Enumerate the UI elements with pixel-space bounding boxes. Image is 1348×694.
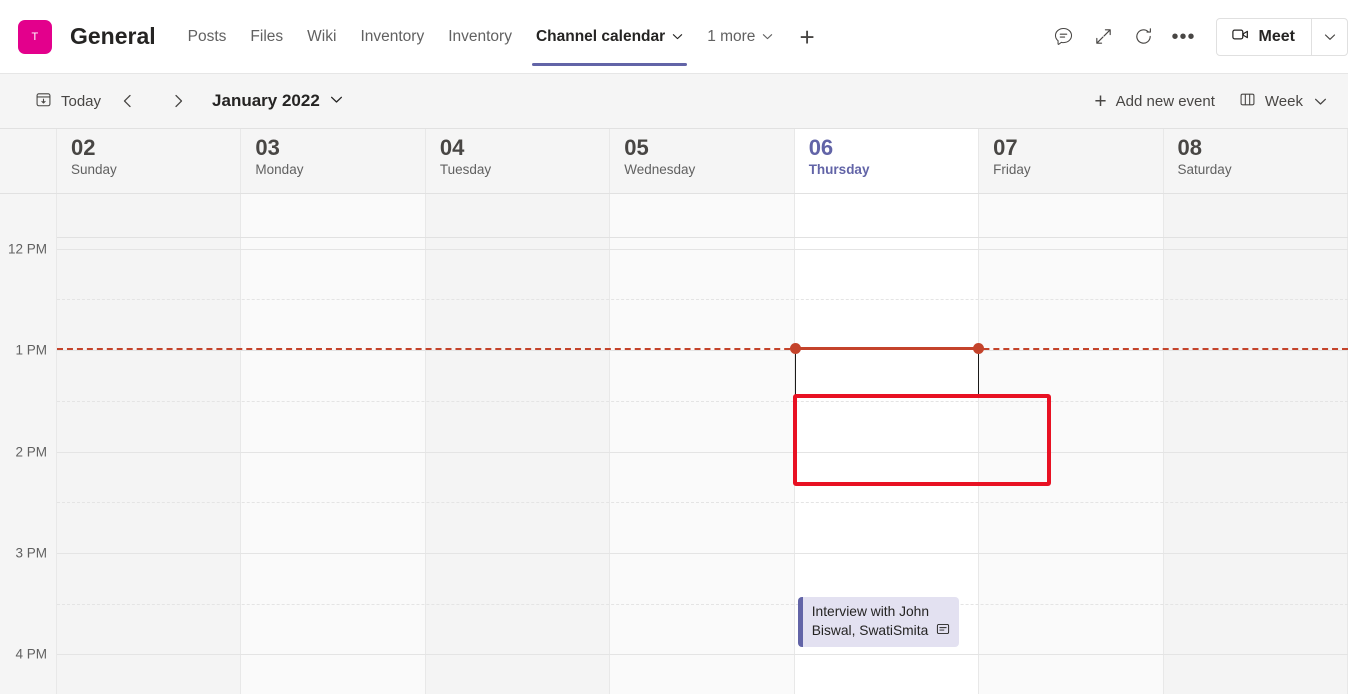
tab-posts[interactable]: Posts [176, 0, 239, 74]
tab-label: Inventory [448, 28, 512, 46]
week-view-icon [1239, 91, 1256, 112]
day-header-wednesday[interactable]: 05 Wednesday [610, 129, 794, 193]
meet-button-group: Meet [1216, 18, 1348, 56]
day-name: Tuesday [440, 162, 609, 177]
day-name: Monday [255, 162, 424, 177]
current-time-marker [795, 347, 979, 350]
tab-more[interactable]: 1 more [695, 0, 785, 74]
day-number: 02 [71, 136, 240, 159]
tab-wiki[interactable]: Wiki [295, 0, 348, 74]
refresh-icon[interactable] [1124, 17, 1164, 57]
day-header-row: 02 Sunday 03 Monday 04 Tuesday 05 Wednes… [0, 129, 1348, 194]
day-header-tuesday[interactable]: 04 Tuesday [426, 129, 610, 193]
header-actions: ••• Meet [1044, 0, 1348, 74]
chat-icon[interactable] [1044, 17, 1084, 57]
time-label: 3 PM [15, 546, 47, 561]
today-button[interactable]: Today [26, 85, 110, 118]
time-label: 12 PM [8, 242, 47, 257]
popout-icon[interactable] [1084, 17, 1124, 57]
tab-files[interactable]: Files [238, 0, 295, 74]
tab-label: Channel calendar [536, 28, 665, 46]
chevron-down-icon[interactable] [672, 31, 683, 42]
event-organizer: Biswal, SwatiSmita [812, 622, 929, 641]
day-columns: Interview with John Biswal, SwatiSmita [57, 194, 1348, 694]
day-header-monday[interactable]: 03 Monday [241, 129, 425, 193]
day-name: Sunday [71, 162, 240, 177]
day-number: 05 [624, 136, 793, 159]
event-subtitle-row: Biswal, SwatiSmita [812, 622, 951, 642]
calendar-toolbar: Today January 2022 + Add new event Week [0, 74, 1348, 129]
calendar-grid: 12 PM 1 PM 2 PM 3 PM 4 PM [0, 194, 1348, 694]
video-camera-icon [1231, 25, 1250, 49]
tab-label: Inventory [360, 28, 424, 46]
chevron-down-icon [1314, 95, 1327, 108]
chevron-down-icon [330, 91, 343, 111]
time-label: 2 PM [15, 445, 47, 460]
chevron-down-icon[interactable] [762, 31, 773, 42]
day-header-saturday[interactable]: 08 Saturday [1164, 129, 1348, 193]
today-label: Today [61, 93, 101, 110]
day-name: Wednesday [624, 162, 793, 177]
time-label: 4 PM [15, 647, 47, 662]
notes-icon [936, 622, 950, 642]
meet-button[interactable]: Meet [1217, 19, 1311, 55]
tab-inventory-2[interactable]: Inventory [436, 0, 524, 74]
time-gutter-header [0, 129, 57, 193]
meet-label: Meet [1259, 28, 1295, 46]
day-column-wednesday[interactable] [610, 194, 794, 694]
day-number: 08 [1178, 136, 1347, 159]
calendar-today-icon [35, 91, 52, 112]
channel-title: General [70, 23, 156, 50]
add-tab-button[interactable]: + [785, 0, 828, 74]
day-name: Friday [993, 162, 1162, 177]
day-name: Saturday [1178, 162, 1347, 177]
month-year-label: January 2022 [212, 91, 320, 111]
tab-label: Wiki [307, 28, 336, 46]
channel-tabs: Posts Files Wiki Inventory Inventory Cha… [176, 0, 829, 74]
team-avatar: T [18, 20, 52, 54]
meet-dropdown-button[interactable] [1311, 19, 1347, 55]
view-label: Week [1265, 93, 1303, 110]
day-number: 03 [255, 136, 424, 159]
day-column-friday[interactable] [979, 194, 1163, 694]
next-week-button[interactable] [160, 84, 196, 118]
tab-channel-calendar[interactable]: Channel calendar [524, 0, 695, 74]
day-header-friday[interactable]: 07 Friday [979, 129, 1163, 193]
event-title: Interview with John [812, 603, 951, 622]
previous-week-button[interactable] [110, 84, 146, 118]
view-switcher-button[interactable]: Week [1230, 85, 1336, 118]
plus-icon: + [1094, 91, 1106, 112]
channel-header: T General Posts Files Wiki Inventory Inv… [0, 0, 1348, 74]
day-header-sunday[interactable]: 02 Sunday [57, 129, 241, 193]
day-number: 04 [440, 136, 609, 159]
add-new-event-label: Add new event [1116, 93, 1215, 110]
day-column-monday[interactable] [241, 194, 425, 694]
day-column-saturday[interactable] [1164, 194, 1348, 694]
calendar-event[interactable]: Interview with John Biswal, SwatiSmita [798, 597, 959, 647]
day-column-tuesday[interactable] [426, 194, 610, 694]
day-header-thursday[interactable]: 06 Thursday [795, 129, 979, 193]
month-year-picker[interactable]: January 2022 [212, 91, 343, 111]
more-options-icon[interactable]: ••• [1164, 17, 1204, 57]
calendar-toolbar-right: + Add new event Week [1085, 85, 1336, 118]
event-body: Interview with John Biswal, SwatiSmita [803, 597, 959, 647]
add-new-event-button[interactable]: + Add new event [1085, 85, 1224, 118]
day-number: 06 [809, 136, 978, 159]
time-gutter: 12 PM 1 PM 2 PM 3 PM 4 PM [0, 194, 57, 694]
ellipsis-glyph: ••• [1172, 33, 1196, 41]
day-number: 07 [993, 136, 1162, 159]
tab-inventory-1[interactable]: Inventory [348, 0, 436, 74]
selected-time-slot[interactable] [795, 348, 979, 396]
time-label: 1 PM [15, 343, 47, 358]
tab-label: 1 more [707, 28, 755, 46]
day-name: Thursday [809, 162, 978, 177]
tab-label: Posts [188, 28, 227, 46]
day-column-sunday[interactable] [57, 194, 241, 694]
tab-label: Files [250, 28, 283, 46]
current-time-dot-left [790, 343, 801, 354]
